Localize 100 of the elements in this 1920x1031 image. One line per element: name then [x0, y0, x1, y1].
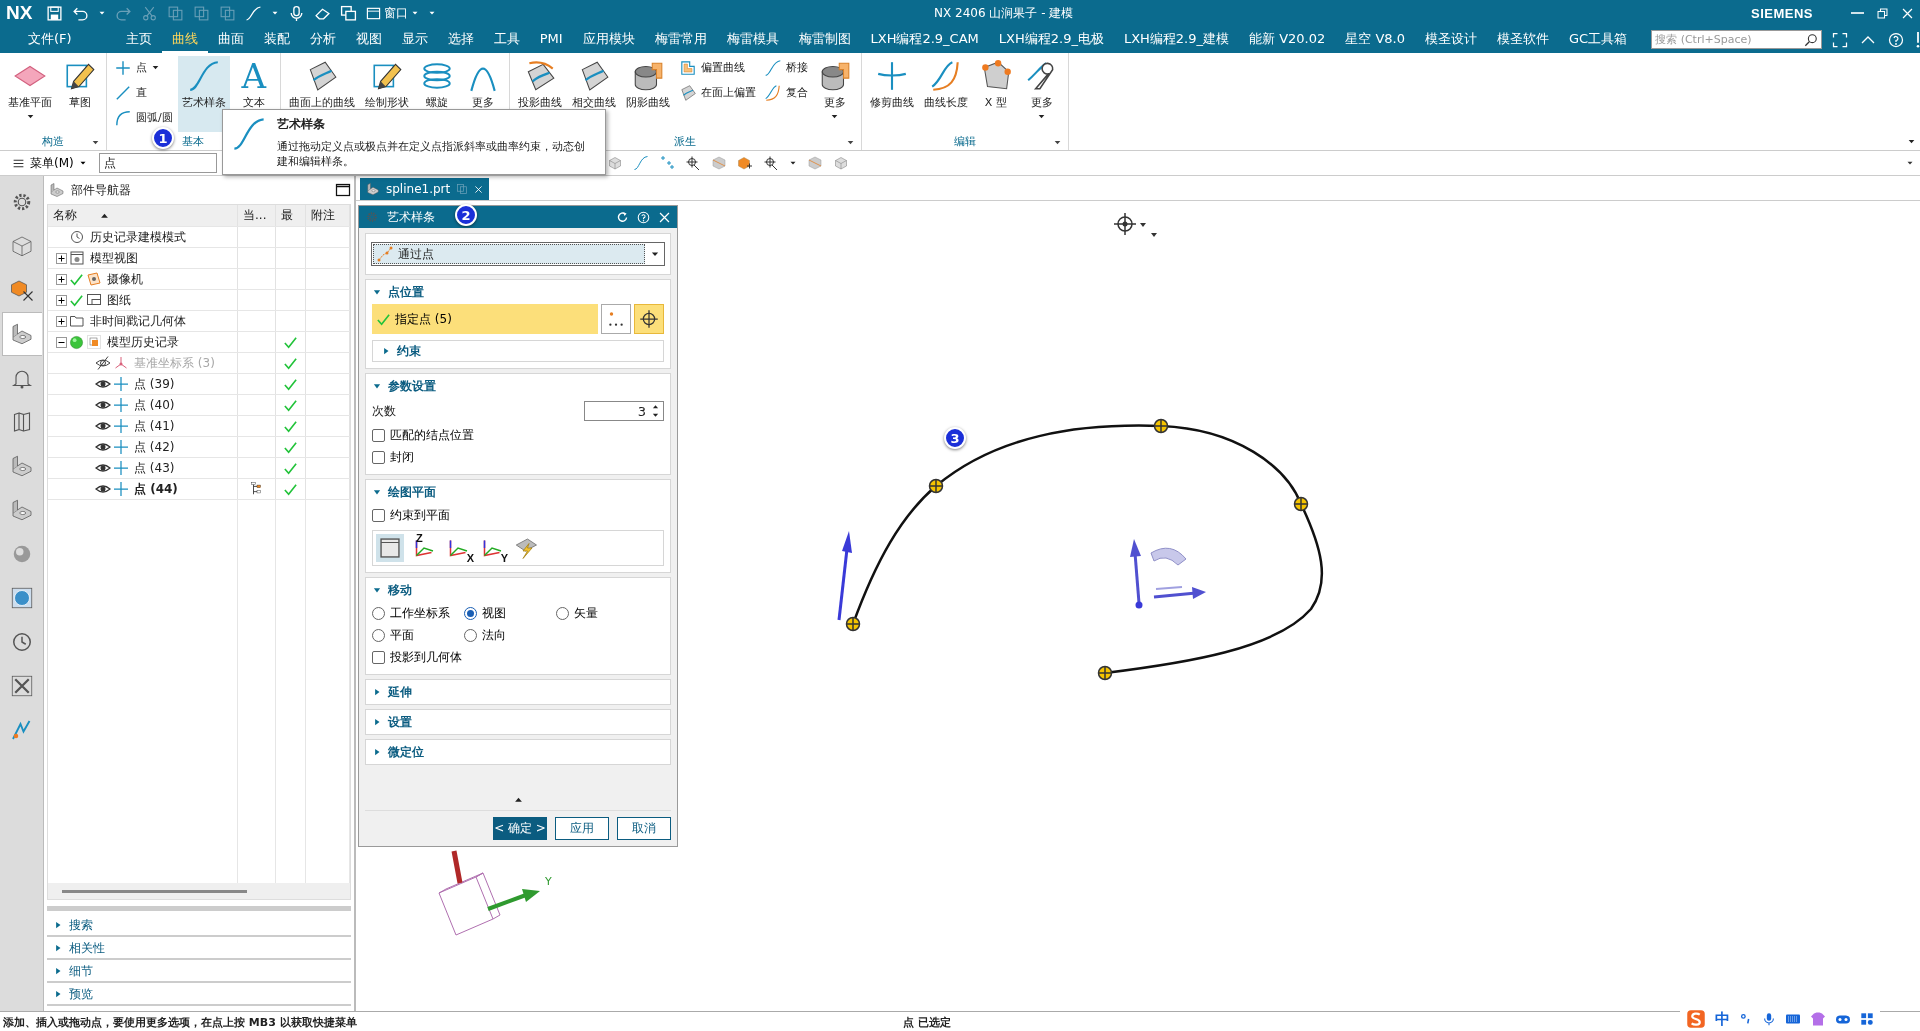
- menu-tab[interactable]: 梅雷模具: [716, 26, 789, 53]
- ribbon-button[interactable]: 阴影曲线: [621, 56, 674, 132]
- column-header[interactable]: 名称: [48, 205, 238, 226]
- menu-tab[interactable]: 分析: [299, 26, 346, 53]
- tree-item-label[interactable]: 历史记录建模模式: [90, 228, 186, 246]
- section-header[interactable]: 搜索: [47, 915, 351, 937]
- point-selector[interactable]: 指定点 (5): [372, 304, 598, 334]
- ribbon-button[interactable]: 更多: [812, 56, 857, 132]
- ribbon-button[interactable]: 绘制形状: [360, 56, 413, 132]
- menu-tab[interactable]: 梅雷常用: [644, 26, 717, 53]
- radio-button[interactable]: 工作坐标系: [372, 602, 464, 624]
- radio-button[interactable]: 平面: [372, 624, 464, 646]
- plane-button[interactable]: [376, 534, 404, 562]
- section-header[interactable]: 设置: [372, 710, 412, 734]
- plane-button[interactable]: Y: [478, 534, 506, 562]
- degree-spinner[interactable]: 3: [584, 401, 664, 421]
- menu-tab[interactable]: 显示: [391, 26, 438, 53]
- checkbox[interactable]: 封闭: [372, 446, 414, 468]
- menu-tab[interactable]: 主页: [115, 26, 162, 53]
- control-point-icon[interactable]: [1293, 496, 1309, 512]
- ribbon-button[interactable]: 曲线长度: [919, 56, 972, 132]
- tree-item-label[interactable]: 点 (42): [134, 438, 175, 456]
- expand-icon[interactable]: [56, 294, 67, 306]
- type-filter-field[interactable]: 点: [98, 153, 217, 173]
- section-header[interactable]: 延伸: [372, 680, 412, 704]
- control-point-icon[interactable]: [928, 478, 944, 494]
- section-header[interactable]: 细节: [47, 961, 351, 983]
- tree-item-label[interactable]: 点 (43): [134, 459, 175, 477]
- menu-tab[interactable]: 选择: [437, 26, 484, 53]
- window-menu[interactable]: 窗口: [366, 4, 420, 22]
- section-header[interactable]: 相关性: [47, 938, 351, 960]
- ribbon-button[interactable]: 圆弧/圆: [111, 106, 176, 129]
- menu-tab[interactable]: PMI: [529, 28, 573, 51]
- section-header[interactable]: 参数设置: [372, 374, 436, 398]
- menu-tab[interactable]: LXH编程2.9_建模: [1113, 26, 1240, 53]
- ribbon-button[interactable]: 艺术样条: [177, 56, 230, 132]
- dialog-button[interactable]: 取消: [617, 817, 671, 840]
- ribbon-button[interactable]: A 文本: [231, 56, 276, 132]
- ribbon-button[interactable]: 投影曲线: [513, 56, 566, 132]
- menu-button[interactable]: 菜单(M): [8, 154, 91, 172]
- input-mode[interactable]: 中: [1715, 1009, 1730, 1029]
- checkbox[interactable]: 约束到平面: [372, 504, 450, 526]
- ribbon-button[interactable]: 相交曲线: [567, 56, 620, 132]
- menu-tab[interactable]: 模圣软件: [1487, 26, 1559, 53]
- scrollbar-thumb[interactable]: [62, 889, 247, 893]
- menu-tab[interactable]: 装配: [253, 26, 300, 53]
- section-header[interactable]: 移动: [372, 578, 412, 602]
- menu-tab[interactable]: 曲面: [207, 26, 254, 53]
- menu-tab[interactable]: 应用模块: [572, 26, 645, 53]
- plane-button[interactable]: Z: [410, 534, 438, 562]
- collapse-icon[interactable]: [56, 336, 67, 348]
- plane-button[interactable]: X: [444, 534, 472, 562]
- ribbon-button[interactable]: X 型: [973, 56, 1018, 132]
- tree-item-label[interactable]: 模型历史记录: [107, 333, 179, 351]
- menu-tab[interactable]: 文件(F): [18, 26, 82, 53]
- column-header[interactable]: 附注: [306, 205, 350, 226]
- menu-tab[interactable]: 工具: [483, 26, 530, 53]
- point-snap-button[interactable]: [634, 304, 664, 334]
- ribbon-button[interactable]: 更多: [1019, 56, 1064, 132]
- ribbon-button[interactable]: 直: [111, 81, 176, 104]
- ribbon-button[interactable]: 桥接: [760, 56, 811, 79]
- dialog-button[interactable]: < 确定 >: [493, 817, 547, 840]
- control-point-icon[interactable]: [1153, 418, 1169, 434]
- radio-button[interactable]: 法向: [464, 624, 556, 646]
- column-header[interactable]: 当...: [238, 205, 276, 226]
- ribbon-button[interactable]: 螺旋: [414, 56, 459, 132]
- ribbon-button[interactable]: 修剪曲线: [865, 56, 918, 132]
- ribbon-button[interactable]: 偏置曲线: [675, 56, 759, 79]
- menu-tab[interactable]: 视图: [345, 26, 392, 53]
- ribbon-button[interactable]: 更多: [460, 56, 505, 132]
- section-header[interactable]: 点位置: [372, 280, 424, 304]
- file-tab[interactable]: spline1.prt: [360, 178, 490, 200]
- radio-button[interactable]: 视图: [464, 602, 556, 624]
- sidebar-tab[interactable]: [1, 312, 42, 356]
- tree-item-label[interactable]: 摄像机: [107, 270, 143, 288]
- tree-item-label[interactable]: 点 (40): [134, 396, 175, 414]
- alert-icon[interactable]: [1916, 31, 1920, 48]
- ribbon-button[interactable]: 点: [111, 56, 176, 79]
- arrow-icon[interactable]: [837, 531, 852, 621]
- checkbox[interactable]: 匹配的结点位置: [372, 424, 474, 446]
- tree-item-label[interactable]: 点 (44): [134, 480, 178, 498]
- tree-item-label[interactable]: 点 (41): [134, 417, 175, 435]
- tree-item-label[interactable]: 点 (39): [134, 375, 175, 393]
- menu-tab[interactable]: GC工具箱: [1559, 26, 1638, 53]
- ribbon-button[interactable]: 基准平面: [4, 56, 56, 132]
- menu-tab[interactable]: LXH编程2.9_电极: [988, 26, 1114, 53]
- expand-icon[interactable]: [56, 315, 67, 327]
- section-header[interactable]: 绘图平面: [372, 480, 436, 504]
- tree-item-label[interactable]: 模型视图: [90, 249, 138, 267]
- menu-tab[interactable]: LXH编程2.9_CAM: [860, 26, 989, 53]
- menu-tab[interactable]: 能新 V20.02: [1239, 26, 1336, 53]
- drag-handle-drawing[interactable]: [1130, 539, 1206, 609]
- section-header[interactable]: 微定位: [372, 740, 424, 764]
- control-point-icon[interactable]: [845, 616, 861, 632]
- tree-item-label[interactable]: 图纸: [107, 291, 131, 309]
- snap-point-icon[interactable]: [1113, 212, 1137, 236]
- menu-tab[interactable]: 模圣设计: [1415, 26, 1487, 53]
- ribbon-button[interactable]: 草图: [58, 56, 102, 132]
- ribbon-button[interactable]: 复合: [760, 81, 811, 104]
- tree-item-label[interactable]: 非时间戳记几何体: [90, 312, 186, 330]
